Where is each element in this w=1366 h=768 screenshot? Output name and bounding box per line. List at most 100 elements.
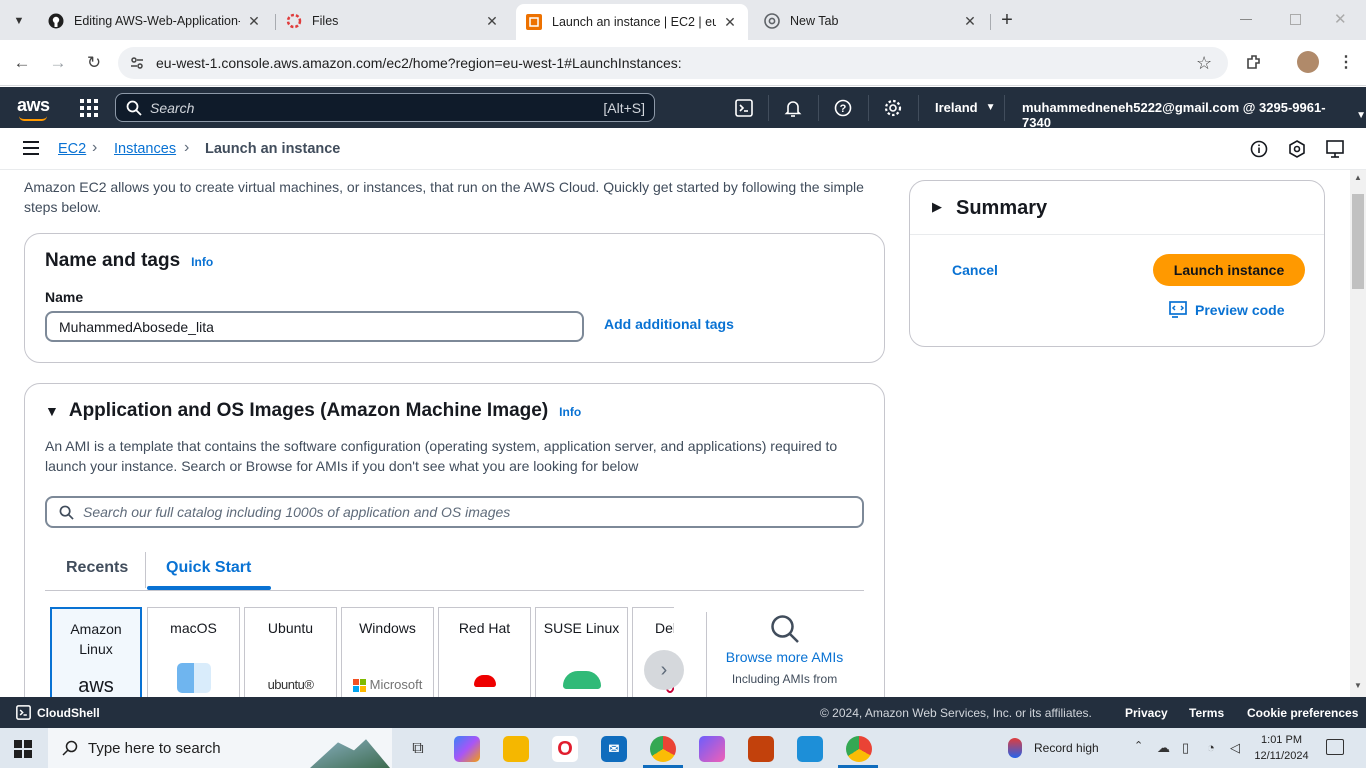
services-grid-icon[interactable] (80, 99, 98, 122)
feedback-hexagon-icon[interactable] (1288, 140, 1306, 163)
chevron-down-icon: ▼ (985, 102, 996, 113)
chrome-icon[interactable] (846, 736, 872, 762)
breadcrumb-instances-link[interactable]: Instances (114, 141, 176, 157)
bookmark-star-icon[interactable]: ☆ (1196, 53, 1212, 74)
tutorial-panel-icon[interactable] (1326, 140, 1344, 163)
tab-launch-instance[interactable]: Launch an instance | EC2 | eu-w ✕ (516, 4, 748, 40)
tab-new-tab[interactable]: New Tab ✕ (754, 6, 988, 36)
app-icon[interactable] (699, 736, 725, 762)
aws-search-input[interactable]: Search [Alt+S] (115, 93, 655, 122)
launch-instance-button[interactable]: Launch instance (1153, 254, 1305, 286)
summary-header[interactable]: ▶ Summary (910, 181, 1324, 235)
opera-icon[interactable]: O (552, 736, 578, 762)
notifications-icon[interactable] (1326, 739, 1344, 755)
taskbar-search-box[interactable]: Type here to search (48, 728, 392, 768)
search-icon (126, 100, 142, 116)
ami-header[interactable]: ▼ Application and OS Images (Amazon Mach… (45, 400, 581, 422)
summary-panel: ▶ Summary Cancel Launch instance Preview… (909, 180, 1325, 347)
photos-icon[interactable] (797, 736, 823, 762)
back-arrow-icon[interactable]: ← (10, 51, 34, 75)
ami-search-input[interactable]: Search our full catalog including 1000s … (45, 496, 864, 528)
minimize-icon[interactable] (1240, 19, 1252, 20)
volume-icon[interactable]: ◁ (1230, 740, 1240, 756)
footer-terms-link[interactable]: Terms (1189, 706, 1224, 720)
cloudshell-button[interactable]: CloudShell (16, 705, 100, 720)
ami-option-macos[interactable]: macOS (147, 607, 240, 707)
info-circle-icon[interactable] (1250, 140, 1268, 163)
github-icon (48, 13, 64, 29)
preview-code-button[interactable]: Preview code (1169, 301, 1285, 319)
footer-privacy-link[interactable]: Privacy (1125, 706, 1168, 720)
forward-arrow-icon[interactable]: → (46, 51, 70, 75)
scroll-up-icon[interactable]: ▲ (1354, 173, 1362, 182)
breadcrumb-ec2-link[interactable]: EC2 (58, 141, 86, 157)
reload-icon[interactable]: ↻ (82, 51, 106, 75)
ami-option-amazon-linux[interactable]: Amazon Linux aws (50, 607, 142, 707)
ami-option-red-hat[interactable]: Red Hat (438, 607, 531, 707)
ami-option-label: Del (655, 620, 674, 636)
cancel-button[interactable]: Cancel (952, 262, 998, 278)
cloudshell-icon[interactable] (734, 98, 754, 118)
account-menu[interactable]: muhammedneneh5222@gmail.com @ 3295-9961-… (1022, 100, 1366, 130)
tray-device-icon[interactable]: ▯ (1182, 740, 1189, 756)
region-selector[interactable]: Ireland ▼ (935, 100, 996, 115)
instance-name-input[interactable]: MuhammedAbosede_lita (45, 311, 584, 342)
window-close-icon[interactable]: ✕ (1334, 10, 1347, 28)
name-tags-info-link[interactable]: Info (191, 255, 213, 269)
copyright-text: © 2024, Amazon Web Services, Inc. or its… (820, 706, 1092, 720)
hamburger-menu-icon[interactable] (23, 141, 39, 160)
tab-list-chevron-icon[interactable]: ▼ (8, 10, 30, 32)
tab-title: Editing AWS-Web-Application-H (74, 14, 240, 28)
site-settings-icon[interactable] (118, 55, 156, 71)
tab-close-button[interactable]: ✕ (962, 13, 978, 30)
browse-more-amis-link[interactable]: Browse more AMIs (718, 649, 851, 665)
ami-option-suse-linux[interactable]: SUSE Linux (535, 607, 628, 707)
file-explorer-icon[interactable] (503, 736, 529, 762)
page-scrollbar[interactable]: ▲ ▼ (1350, 170, 1366, 697)
search-shortcut: [Alt+S] (603, 99, 645, 116)
tab-recents[interactable]: Recents (66, 559, 128, 577)
tab-close-button[interactable]: ✕ (722, 14, 738, 31)
add-additional-tags-link[interactable]: Add additional tags (604, 316, 734, 332)
ami-option-windows[interactable]: Windows Microsoft (341, 607, 434, 707)
ami-info-link[interactable]: Info (559, 405, 581, 419)
address-bar[interactable]: eu-west-1.console.aws.amazon.com/ec2/hom… (118, 47, 1228, 79)
new-tab-button[interactable]: + (996, 9, 1018, 31)
taskbar-clock[interactable]: 1:01 PM 12/11/2024 (1254, 732, 1309, 764)
carousel-next-chevron-icon[interactable]: › (644, 650, 684, 690)
tab-close-button[interactable]: ✕ (484, 13, 500, 30)
copilot-icon[interactable] (454, 736, 480, 762)
tab-close-button[interactable]: ✕ (246, 13, 262, 30)
wifi-icon[interactable]: ◔ (1207, 740, 1215, 755)
browse-more-subtext: Including AMIs from AWS, Marketplace and (731, 672, 838, 686)
aws-logo[interactable]: aws (17, 95, 50, 116)
browse-more-amis[interactable]: Browse more AMIs Including AMIs from AWS… (718, 614, 851, 687)
settings-gear-icon[interactable] (883, 98, 903, 118)
scroll-down-icon[interactable]: ▼ (1354, 681, 1362, 690)
tray-sync-icon[interactable]: ☁ (1157, 740, 1170, 756)
windows-start-icon[interactable] (14, 740, 32, 763)
weather-text[interactable]: Record high (1034, 741, 1099, 755)
chrome-icon[interactable] (650, 736, 676, 762)
tab-files[interactable]: Files ✕ (276, 6, 510, 36)
ami-option-ubuntu[interactable]: Ubuntu ubuntu® (244, 607, 337, 707)
browser-toolbar: ← → ↻ eu-west-1.console.aws.amazon.com/e… (0, 40, 1366, 86)
extensions-icon[interactable] (1244, 52, 1264, 77)
profile-avatar[interactable] (1297, 51, 1319, 73)
tab-quick-start[interactable]: Quick Start (166, 559, 251, 577)
tray-chevron-up-icon[interactable]: ⌃ (1134, 739, 1143, 752)
notifications-bell-icon[interactable] (783, 98, 803, 118)
scrollbar-thumb[interactable] (1352, 194, 1364, 289)
tab-github-editing[interactable]: Editing AWS-Web-Application-H ✕ (38, 6, 272, 36)
browser-menu-icon[interactable]: ⋮ (1338, 52, 1354, 72)
ami-option-label: Windows (359, 620, 416, 636)
app-icon[interactable] (748, 736, 774, 762)
aws-logo-smile (19, 116, 47, 121)
thermometer-icon[interactable] (1008, 738, 1022, 758)
maximize-icon[interactable] (1290, 14, 1301, 25)
help-icon[interactable]: ? (833, 98, 853, 118)
footer-cookie-preferences-link[interactable]: Cookie preferences (1247, 706, 1358, 720)
mail-icon[interactable]: ✉ (601, 736, 627, 762)
search-icon (62, 740, 78, 756)
task-view-icon[interactable]: ⧉ (405, 736, 431, 762)
